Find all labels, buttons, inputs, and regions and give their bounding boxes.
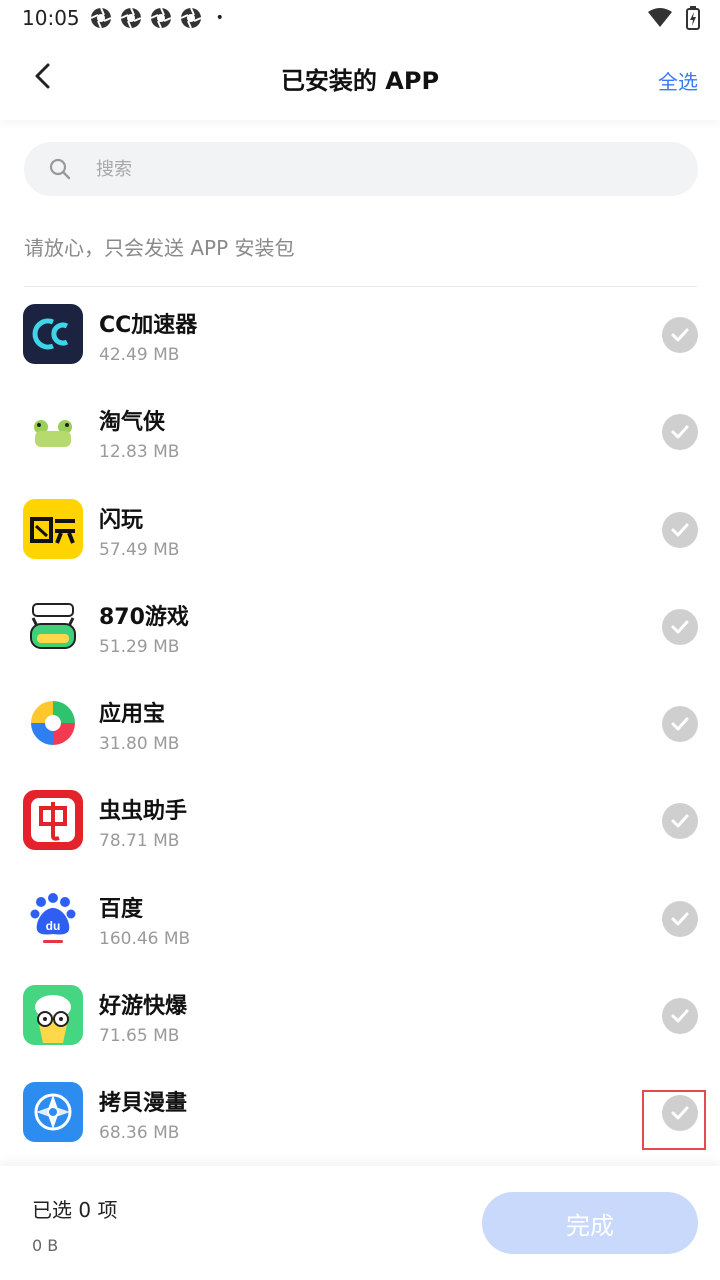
- baidu-icon: du: [23, 887, 83, 948]
- select-checkbox[interactable]: [662, 414, 698, 451]
- status-bar: 10:05 •: [0, 0, 720, 36]
- check-icon: [671, 912, 689, 926]
- check-icon: [671, 814, 689, 828]
- check-icon: [671, 717, 689, 731]
- battery-charging-icon: [686, 6, 700, 30]
- list-item[interactable]: du 百度 160.46 MB: [0, 871, 720, 968]
- list-item[interactable]: 闪玩 57.49 MB: [0, 482, 720, 579]
- notification-icons: •: [90, 7, 224, 29]
- search-icon: [49, 158, 71, 180]
- app-name: 虫虫助手: [99, 799, 188, 825]
- selected-size: 0 B: [32, 1236, 59, 1255]
- app-name: 闪玩: [99, 507, 144, 533]
- select-checkbox[interactable]: [662, 900, 698, 937]
- check-icon: [671, 620, 689, 634]
- check-icon: [671, 523, 689, 537]
- app-name: 淘气侠: [99, 410, 166, 436]
- search-input[interactable]: [94, 157, 658, 181]
- check-icon: [671, 425, 689, 439]
- list-item[interactable]: 应用宝 31.80 MB: [0, 676, 720, 773]
- chongchong-icon: [23, 790, 83, 851]
- app-size: 12.83 MB: [99, 442, 180, 463]
- list-item[interactable]: 淘气侠 12.83 MB: [0, 384, 720, 481]
- list-item[interactable]: CC加速器 42.49 MB: [0, 287, 720, 384]
- 870-games-icon: [23, 595, 83, 656]
- notice-text: 请放心，只会发送 APP 安装包: [24, 236, 295, 260]
- list-item[interactable]: 好游快爆 71.65 MB: [0, 968, 720, 1065]
- app-name: 百度: [99, 896, 144, 922]
- copy-manga-icon: [23, 1082, 83, 1143]
- aperture-icon: [90, 7, 112, 29]
- aperture-icon: [120, 7, 142, 29]
- select-checkbox[interactable]: [662, 998, 698, 1035]
- app-size: 31.80 MB: [99, 734, 180, 755]
- list-item[interactable]: 虫虫助手 78.71 MB: [0, 773, 720, 870]
- check-icon: [671, 1009, 689, 1023]
- search-bar[interactable]: [24, 142, 698, 196]
- select-checkbox[interactable]: [662, 803, 698, 840]
- check-icon: [671, 328, 689, 342]
- taoqixia-icon: [23, 401, 83, 462]
- app-size: 42.49 MB: [99, 345, 180, 365]
- app-name: 好游快爆: [99, 994, 188, 1020]
- wifi-icon: [648, 8, 672, 27]
- page-title: 已安装的 APP: [280, 66, 440, 95]
- notification-dot: •: [215, 10, 224, 26]
- select-all-button[interactable]: 全选: [658, 66, 698, 95]
- list-item[interactable]: 870游戏 51.29 MB: [0, 579, 720, 676]
- haoyou-icon: [23, 985, 83, 1046]
- select-checkbox[interactable]: [662, 317, 698, 353]
- aperture-icon: [180, 7, 202, 29]
- app-size: 57.49 MB: [99, 539, 180, 560]
- selection-footer: 已选 0 项 0 B 完成: [0, 1166, 720, 1280]
- app-size: 160.46 MB: [99, 928, 191, 949]
- app-name: 应用宝: [99, 702, 166, 728]
- app-name: 870游戏: [99, 604, 189, 630]
- yingyongbao-icon: [23, 693, 83, 754]
- app-list: CC加速器 42.49 MB 淘气侠 12.83 MB 闪玩 57.49 MB …: [0, 287, 720, 1163]
- list-item[interactable]: 拷貝漫畫 68.36 MB: [0, 1065, 720, 1162]
- select-checkbox[interactable]: [662, 608, 698, 645]
- done-button[interactable]: 完成: [482, 1192, 698, 1254]
- app-size: 71.65 MB: [99, 1026, 180, 1047]
- shanwan-icon: [23, 498, 83, 559]
- app-size: 78.71 MB: [99, 831, 180, 852]
- back-arrow-icon[interactable]: [28, 60, 60, 92]
- status-time: 10:05: [22, 6, 80, 30]
- select-checkbox[interactable]: [662, 511, 698, 548]
- select-checkbox[interactable]: [662, 706, 698, 743]
- app-size: 68.36 MB: [99, 1123, 180, 1144]
- app-name: CC加速器: [99, 313, 198, 338]
- selected-count: 已选 0 项: [32, 1198, 118, 1222]
- app-header: 已安装的 APP 全选: [0, 36, 720, 120]
- cc-accelerator-icon: [23, 304, 83, 364]
- svg-text:du: du: [46, 919, 61, 933]
- app-size: 51.29 MB: [99, 636, 180, 657]
- aperture-icon: [150, 7, 172, 29]
- highlight-box: [642, 1090, 706, 1150]
- app-name: 拷貝漫畫: [99, 1091, 188, 1117]
